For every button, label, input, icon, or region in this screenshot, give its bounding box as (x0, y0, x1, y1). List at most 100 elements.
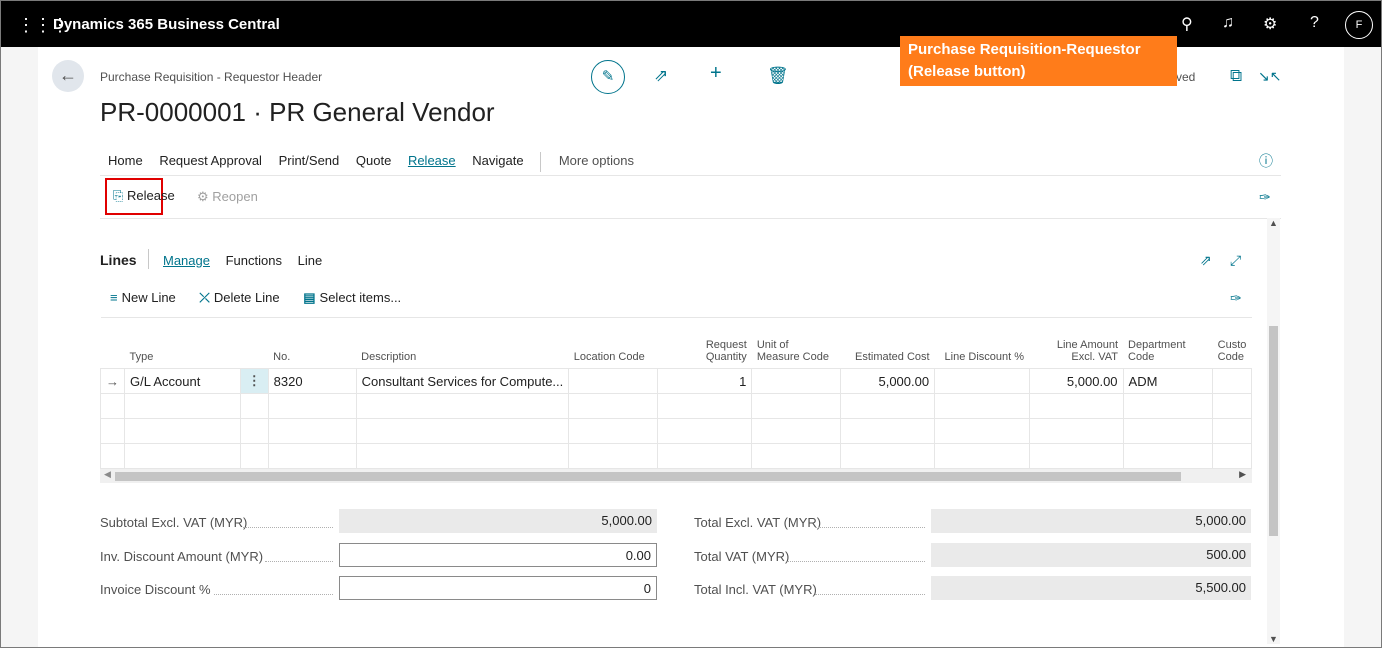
release-button[interactable]: ⎘ Release (105, 178, 175, 215)
search-icon[interactable]: ⚲ (1181, 14, 1193, 34)
tab-print-send[interactable]: Print/Send (279, 153, 340, 168)
empty-cell[interactable] (1028, 418, 1124, 444)
tab-request-approval[interactable]: Request Approval (159, 153, 262, 168)
empty-cell[interactable] (355, 418, 570, 444)
empty-cell[interactable] (751, 418, 842, 444)
empty-cell[interactable] (840, 418, 936, 444)
reopen-button[interactable]: ⚙ Reopen (197, 189, 258, 205)
empty-cell[interactable] (934, 418, 1030, 444)
empty-cell[interactable] (1028, 393, 1124, 419)
empty-cell[interactable] (355, 393, 570, 419)
empty-cell[interactable] (1122, 443, 1214, 469)
tab-line[interactable]: Line (298, 253, 323, 268)
horizontal-scrollbar[interactable]: ◀ ▶ (100, 469, 1252, 483)
cell-uom[interactable] (751, 368, 842, 394)
open-new-window-icon[interactable]: ⧉ (1230, 66, 1242, 86)
cell-estimated-cost[interactable]: 5,000.00 (840, 368, 936, 394)
column-header-type[interactable]: Type (124, 317, 241, 369)
empty-cell[interactable] (751, 443, 842, 469)
scrollbar-thumb[interactable] (115, 472, 1181, 481)
cell-quantity[interactable]: 1 (656, 368, 753, 394)
empty-cell[interactable] (656, 443, 753, 469)
table-row[interactable] (100, 418, 1252, 444)
tab-quote[interactable]: Quote (356, 153, 391, 168)
scroll-up-icon[interactable]: ▲ (1269, 218, 1278, 228)
settings-icon[interactable]: ⚙ (1263, 14, 1277, 34)
column-header-no[interactable]: No. (268, 317, 357, 369)
column-header-description[interactable]: Description (356, 317, 569, 369)
cell-custo[interactable] (1212, 368, 1252, 394)
empty-cell[interactable] (124, 443, 241, 469)
empty-cell[interactable] (840, 443, 936, 469)
empty-cell[interactable] (568, 418, 658, 444)
cell-department[interactable]: ADM (1122, 368, 1214, 394)
delete-icon[interactable]: 🗑 (767, 66, 789, 86)
column-header-line-amount[interactable]: Line Amount Excl. VAT (1029, 317, 1124, 369)
help-icon[interactable]: ? (1310, 14, 1319, 32)
empty-cell[interactable] (568, 393, 658, 419)
inv-discount-field[interactable]: 0.00 (339, 543, 657, 567)
tab-navigate[interactable]: Navigate (472, 153, 523, 168)
more-options-button[interactable]: More options (559, 153, 634, 168)
cell-description[interactable]: Consultant Services for Compute... (355, 368, 570, 394)
invoice-discount-pct-field[interactable]: 0 (339, 576, 657, 600)
pin-icon[interactable]: ✑ (1230, 290, 1242, 307)
back-arrow-icon[interactable]: ← (52, 60, 84, 92)
vertical-scrollbar[interactable]: ▲ ▼ (1267, 218, 1280, 644)
empty-cell[interactable] (656, 393, 753, 419)
scroll-right-icon[interactable]: ▶ (1239, 469, 1246, 480)
info-icon[interactable]: ⓘ (1259, 151, 1273, 171)
cell-line-discount[interactable] (934, 368, 1030, 394)
empty-cell[interactable] (1122, 418, 1214, 444)
tab-functions[interactable]: Functions (226, 253, 282, 268)
scrollbar-thumb[interactable] (1269, 326, 1278, 536)
table-row[interactable] (100, 443, 1252, 469)
empty-cell[interactable] (267, 418, 357, 444)
scroll-down-icon[interactable]: ▼ (1269, 634, 1278, 644)
new-line-button[interactable]: New Line (122, 290, 176, 305)
empty-cell[interactable] (934, 393, 1030, 419)
delete-line-button[interactable]: Delete Line (214, 290, 280, 305)
expand-icon[interactable]: ⤢ (1230, 252, 1241, 269)
cell-location-code[interactable] (568, 368, 658, 394)
column-header-request-quantity[interactable]: Request Quantity (657, 317, 752, 369)
cell-line-amount[interactable]: 5,000.00 (1028, 368, 1124, 394)
empty-cell[interactable] (355, 443, 570, 469)
pin-icon[interactable]: ✑ (1259, 189, 1271, 206)
row-menu-icon[interactable]: ⋮ (239, 368, 269, 394)
empty-cell[interactable] (751, 393, 842, 419)
empty-cell[interactable] (267, 443, 357, 469)
empty-cell[interactable] (1212, 393, 1252, 419)
edit-pencil-icon[interactable]: ✎ (591, 60, 625, 94)
column-header-line-discount[interactable]: Line Discount % (934, 317, 1030, 369)
column-header-custo-code[interactable]: Custo Code (1212, 317, 1252, 369)
app-title[interactable]: Dynamics 365 Business Central (53, 16, 280, 33)
table-row[interactable]: → G/L Account ⋮ 8320 Consultant Services… (100, 368, 1252, 394)
empty-cell[interactable] (1212, 418, 1252, 444)
empty-cell[interactable] (124, 393, 241, 419)
tab-home[interactable]: Home (108, 153, 143, 168)
collapse-icon[interactable]: ↘↖ (1258, 68, 1281, 85)
column-header-department-code[interactable]: Department Code (1123, 317, 1213, 369)
cell-no[interactable]: 8320 (267, 368, 357, 394)
column-header-estimated-cost[interactable]: Estimated Cost (840, 317, 935, 369)
cell-type[interactable]: G/L Account (124, 368, 241, 394)
tab-release[interactable]: Release (408, 153, 456, 168)
add-icon[interactable]: + (710, 62, 722, 85)
select-items-button[interactable]: Select items... (320, 290, 402, 305)
share-icon[interactable]: ⇗ (1200, 252, 1212, 269)
tab-manage[interactable]: Manage (163, 253, 210, 268)
empty-cell[interactable] (840, 393, 936, 419)
empty-cell[interactable] (1028, 443, 1124, 469)
empty-cell[interactable] (568, 443, 658, 469)
column-header-uom[interactable]: Unit of Measure Code (751, 317, 841, 369)
bell-icon[interactable]: ♫ (1222, 14, 1234, 32)
avatar[interactable]: F (1345, 11, 1373, 39)
empty-cell[interactable] (934, 443, 1030, 469)
empty-cell[interactable] (1122, 393, 1214, 419)
empty-cell[interactable] (124, 418, 241, 444)
empty-cell[interactable] (656, 418, 753, 444)
share-icon[interactable]: ⇗ (654, 66, 668, 86)
scroll-left-icon[interactable]: ◀ (104, 469, 111, 480)
column-header-location-code[interactable]: Location Code (568, 317, 658, 369)
